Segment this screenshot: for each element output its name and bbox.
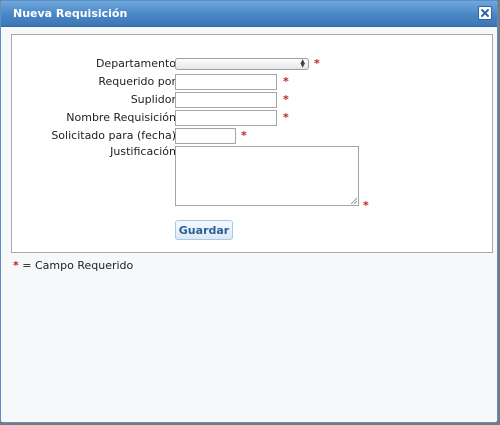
- required-marker: *: [283, 111, 289, 124]
- legend-text: = Campo Requerido: [22, 259, 134, 272]
- suplidor-label: Suplidor: [130, 93, 176, 106]
- resize-grip-icon[interactable]: [350, 197, 357, 204]
- close-icon: [481, 9, 489, 17]
- departamento-label: Departamento: [95, 57, 176, 70]
- save-button[interactable]: Guardar: [175, 220, 233, 240]
- solicitado-para-label: Solicitado para (fecha): [51, 129, 176, 142]
- legend-required-marker: *: [13, 259, 19, 272]
- requerido-por-input[interactable]: [175, 74, 277, 90]
- requerido-por-label: Requerido por: [98, 75, 176, 88]
- nombre-requisicion-label: Nombre Requisición: [66, 111, 176, 124]
- departamento-select[interactable]: ▲ ▼: [175, 58, 309, 70]
- dialog-content: Departamento ▲ ▼ * Requerido por * Suplid…: [1, 27, 497, 422]
- dialog-title: Nueva Requisición: [13, 7, 128, 20]
- required-marker: *: [283, 93, 289, 106]
- requisition-form: Departamento ▲ ▼ * Requerido por * Suplid…: [11, 34, 493, 253]
- close-button[interactable]: [478, 6, 492, 20]
- required-marker: *: [363, 199, 369, 212]
- dialog-titlebar[interactable]: Nueva Requisición: [1, 1, 497, 27]
- required-marker: *: [283, 75, 289, 88]
- new-requisition-dialog: Nueva Requisición Departamento ▲ ▼ * Requ…: [0, 0, 498, 423]
- justificacion-label: Justificación: [110, 145, 176, 158]
- nombre-requisicion-input[interactable]: [175, 110, 277, 126]
- suplidor-input[interactable]: [175, 92, 277, 108]
- select-arrows-icon: ▲ ▼: [300, 58, 305, 69]
- required-marker: *: [241, 129, 247, 142]
- required-marker: *: [314, 57, 320, 70]
- solicitado-para-date-input[interactable]: [175, 128, 236, 144]
- justificacion-textarea[interactable]: [175, 146, 359, 206]
- required-legend: * = Campo Requerido: [13, 259, 133, 272]
